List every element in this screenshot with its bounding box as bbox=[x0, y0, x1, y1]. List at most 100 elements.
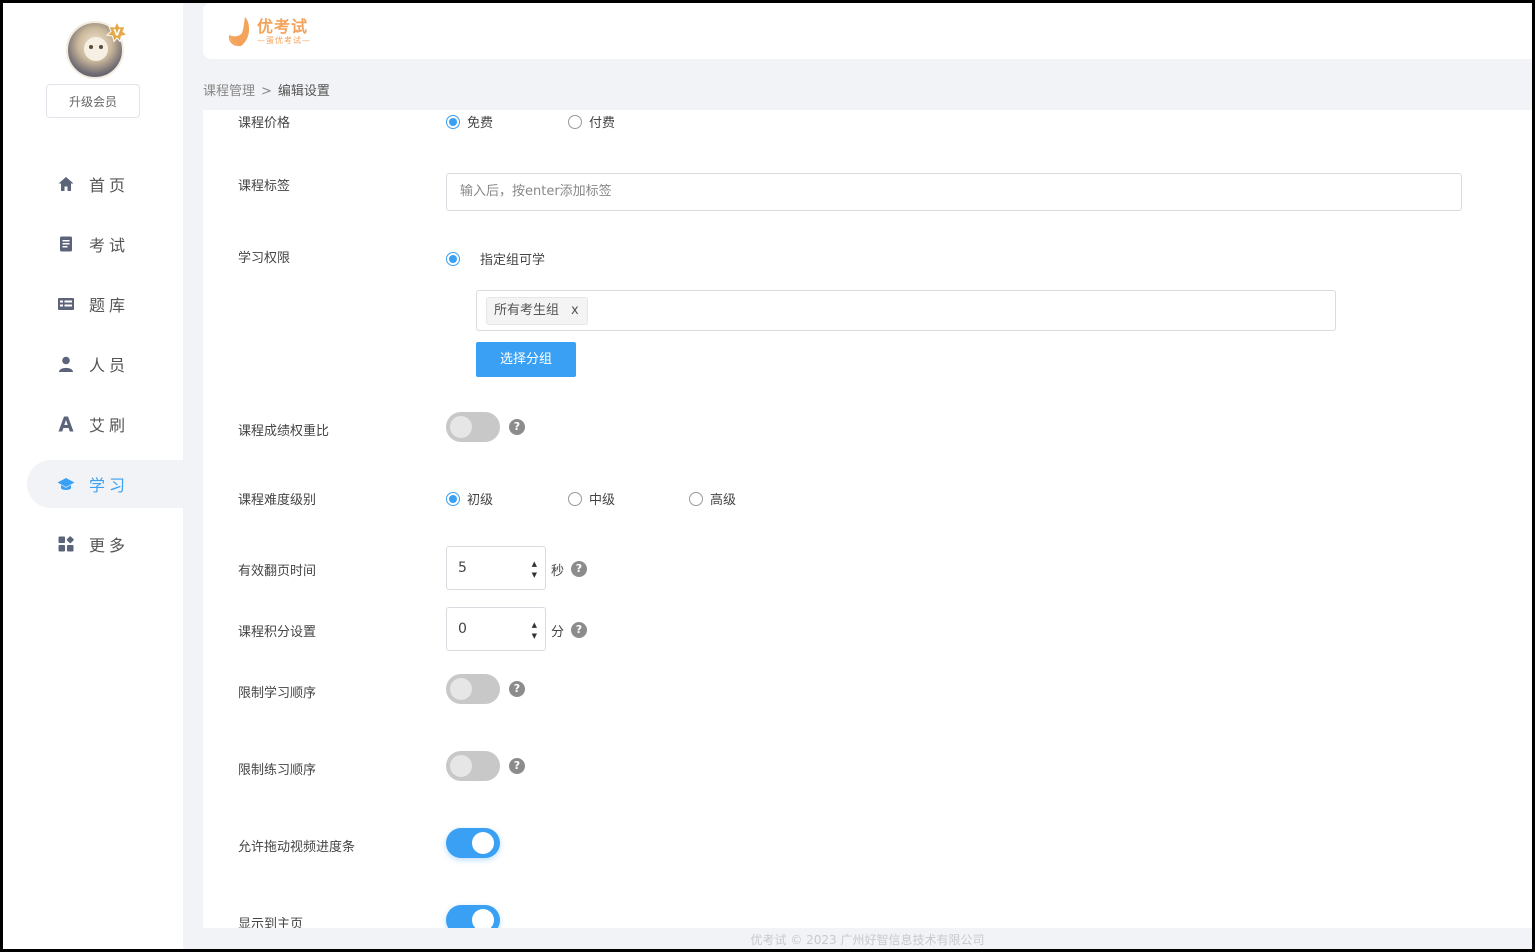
radio-label: 付费 bbox=[589, 116, 616, 131]
select-group-button[interactable]: 选择分组 bbox=[476, 342, 576, 377]
difficulty-beginner-radio[interactable]: 初级 bbox=[446, 489, 493, 508]
show-on-home-label: 显示到主页 bbox=[238, 917, 304, 928]
page-time-value: 5 bbox=[458, 560, 467, 576]
logo-subtitle: —蛋优考试— bbox=[257, 36, 311, 45]
sidebar-item-question-bank[interactable]: 题库 bbox=[27, 280, 183, 328]
avatar-face bbox=[84, 37, 108, 61]
graduation-cap-icon bbox=[57, 475, 75, 493]
sidebar-item-label: 艾刷 bbox=[89, 416, 130, 435]
points-unit: 分 bbox=[551, 625, 565, 640]
person-icon bbox=[57, 355, 75, 373]
logo[interactable]: 优考试 —蛋优考试— bbox=[227, 15, 311, 49]
sidebar-item-label: 题库 bbox=[89, 296, 130, 315]
page-time-label: 有效翻页时间 bbox=[238, 564, 317, 579]
question-bank-icon bbox=[57, 295, 75, 313]
price-label: 课程价格 bbox=[238, 116, 291, 131]
stepper-up-icon[interactable]: ▲ bbox=[532, 621, 537, 629]
breadcrumb-current: 编辑设置 bbox=[277, 84, 330, 99]
radio-unchecked-icon bbox=[568, 114, 582, 129]
switch-knob bbox=[472, 909, 494, 928]
group-chip: 所有考生组 x bbox=[486, 297, 588, 325]
help-icon[interactable]: ? bbox=[509, 758, 525, 774]
breadcrumb-parent[interactable]: 课程管理 bbox=[203, 84, 255, 99]
top-header: 优考试 —蛋优考试— bbox=[203, 3, 1532, 59]
sidebar-item-ai[interactable]: 艾刷 bbox=[27, 400, 183, 448]
switch-knob bbox=[450, 755, 472, 777]
stepper-down-icon[interactable]: ▼ bbox=[532, 571, 537, 579]
score-weight-label: 课程成绩权重比 bbox=[238, 424, 330, 439]
switch-knob bbox=[450, 416, 472, 438]
help-icon[interactable]: ? bbox=[571, 561, 587, 577]
radio-label: 中级 bbox=[589, 493, 616, 508]
show-on-home-switch[interactable] bbox=[446, 905, 500, 928]
tags-label: 课程标签 bbox=[238, 179, 291, 194]
sidebar-item-exam[interactable]: 考试 bbox=[27, 220, 183, 268]
page-time-input[interactable]: 5 ▲ ▼ bbox=[446, 546, 546, 590]
limit-practice-order-label: 限制练习顺序 bbox=[238, 763, 317, 778]
sidebar-item-label: 学习 bbox=[89, 476, 130, 495]
tags-input[interactable]: 输入后，按enter添加标签 bbox=[446, 173, 1462, 211]
radio-label: 高级 bbox=[710, 493, 737, 508]
permission-group-radio[interactable]: 指定组可学 bbox=[446, 249, 545, 268]
sidebar-item-label: 考试 bbox=[89, 236, 130, 255]
points-input[interactable]: 0 ▲ ▼ bbox=[446, 607, 546, 651]
sidebar-item-more[interactable]: 更多 bbox=[27, 520, 183, 568]
radio-checked-icon bbox=[446, 491, 460, 506]
home-icon bbox=[57, 175, 75, 193]
help-icon[interactable]: ? bbox=[509, 681, 525, 697]
more-apps-icon bbox=[57, 535, 75, 553]
price-paid-radio[interactable]: 付费 bbox=[568, 112, 615, 131]
settings-form: 课程价格 免费 付费 课程标签 输入后，按enter添加标签 学习权限 指定组可… bbox=[203, 110, 1532, 928]
help-icon[interactable]: ? bbox=[571, 622, 587, 638]
svg-text:V: V bbox=[114, 29, 121, 39]
limit-study-order-switch[interactable] bbox=[446, 674, 500, 704]
avatar-eye bbox=[89, 45, 93, 49]
radio-unchecked-icon bbox=[568, 491, 582, 506]
limit-practice-order-switch[interactable] bbox=[446, 751, 500, 781]
breadcrumb-separator: > bbox=[261, 84, 272, 99]
stepper-down-icon[interactable]: ▼ bbox=[532, 632, 537, 640]
points-value: 0 bbox=[458, 621, 467, 637]
radio-checked-icon bbox=[446, 251, 460, 266]
permission-label: 学习权限 bbox=[238, 251, 291, 266]
price-free-radio[interactable]: 免费 bbox=[446, 112, 493, 131]
sidebar-item-label: 人员 bbox=[89, 356, 130, 375]
sidebar: V 升级会员 首页 考试 题库 人员 艾刷 学习 更多 bbox=[3, 3, 183, 949]
allow-drag-video-label: 允许拖动视频进度条 bbox=[238, 840, 356, 855]
switch-knob bbox=[450, 678, 472, 700]
points-label: 课程积分设置 bbox=[238, 625, 317, 640]
close-icon[interactable]: x bbox=[571, 298, 579, 324]
allow-drag-video-switch[interactable] bbox=[446, 828, 500, 858]
group-chip-label: 所有考生组 bbox=[494, 303, 560, 318]
difficulty-advanced-radio[interactable]: 高级 bbox=[689, 489, 736, 508]
sidebar-item-home[interactable]: 首页 bbox=[27, 160, 183, 208]
vip-badge-icon: V bbox=[106, 21, 128, 43]
avatar-eye bbox=[99, 45, 103, 49]
ai-icon bbox=[57, 415, 75, 433]
help-icon[interactable]: ? bbox=[509, 419, 525, 435]
radio-label: 初级 bbox=[467, 493, 494, 508]
radio-label: 指定组可学 bbox=[480, 253, 546, 268]
radio-unchecked-icon bbox=[689, 491, 703, 506]
sidebar-item-label: 更多 bbox=[89, 536, 130, 555]
radio-label: 免费 bbox=[467, 116, 494, 131]
upgrade-member-button[interactable]: 升级会员 bbox=[46, 84, 140, 118]
radio-checked-icon bbox=[446, 114, 460, 129]
sidebar-nav: 首页 考试 题库 人员 艾刷 学习 更多 bbox=[27, 160, 183, 580]
breadcrumb: 课程管理 > 编辑设置 bbox=[203, 80, 330, 99]
logo-leaf-icon bbox=[228, 17, 250, 47]
footer-copyright: 优考试 © 2023 广州好智信息技术有限公司 bbox=[750, 933, 985, 947]
score-weight-switch[interactable] bbox=[446, 412, 500, 442]
difficulty-label: 课程难度级别 bbox=[238, 493, 317, 508]
sidebar-item-study[interactable]: 学习 bbox=[27, 460, 183, 508]
page-time-unit: 秒 bbox=[551, 564, 565, 579]
exam-icon bbox=[57, 235, 75, 253]
difficulty-intermediate-radio[interactable]: 中级 bbox=[568, 489, 615, 508]
logo-name: 优考试 bbox=[257, 17, 309, 36]
group-select-box[interactable]: 所有考生组 x bbox=[476, 290, 1336, 331]
sidebar-item-person[interactable]: 人员 bbox=[27, 340, 183, 388]
limit-study-order-label: 限制学习顺序 bbox=[238, 686, 317, 701]
sidebar-item-label: 首页 bbox=[89, 176, 130, 195]
switch-knob bbox=[472, 832, 494, 854]
stepper-up-icon[interactable]: ▲ bbox=[532, 560, 537, 568]
